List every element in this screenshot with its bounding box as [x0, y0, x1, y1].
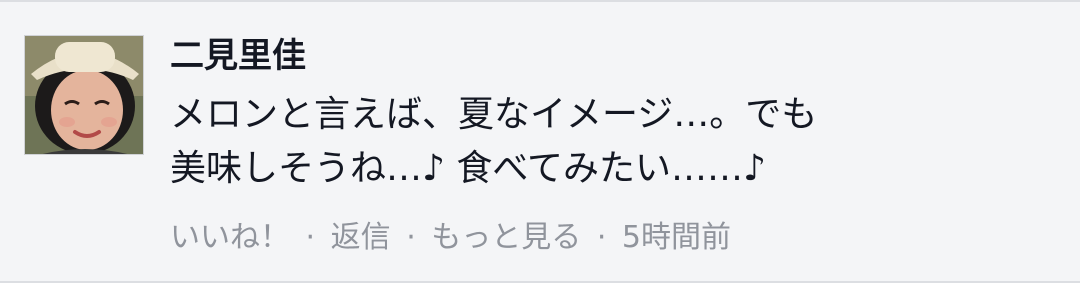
- profile-photo-icon: [25, 36, 143, 154]
- see-more-link[interactable]: もっと見る: [431, 220, 581, 255]
- comment-text-line: メロンと言えば、夏なイメージ…。でも: [170, 94, 818, 135]
- author-name[interactable]: 二見里佳: [170, 32, 1050, 80]
- comment-text-line: 美味しそうね…♪ 食べてみたい……♪: [170, 148, 766, 189]
- timestamp[interactable]: 5時間前: [622, 220, 731, 255]
- separator: ·: [406, 220, 416, 255]
- like-link[interactable]: いいね！: [170, 220, 290, 255]
- comment-text: メロンと言えば、夏なイメージ…。でも 美味しそうね…♪ 食べてみたい……♪: [170, 88, 1050, 196]
- comment-card: 二見里佳 メロンと言えば、夏なイメージ…。でも 美味しそうね…♪ 食べてみたい……: [0, 0, 1080, 283]
- avatar[interactable]: [24, 35, 144, 155]
- separator: ·: [596, 220, 607, 255]
- comment-actions: いいね！ · 返信 · もっと見る · 5時間前: [170, 218, 1050, 258]
- reply-link[interactable]: 返信: [331, 220, 391, 255]
- separator: ·: [305, 220, 316, 255]
- comment-content: 二見里佳 メロンと言えば、夏なイメージ…。でも 美味しそうね…♪ 食べてみたい……: [170, 32, 1050, 258]
